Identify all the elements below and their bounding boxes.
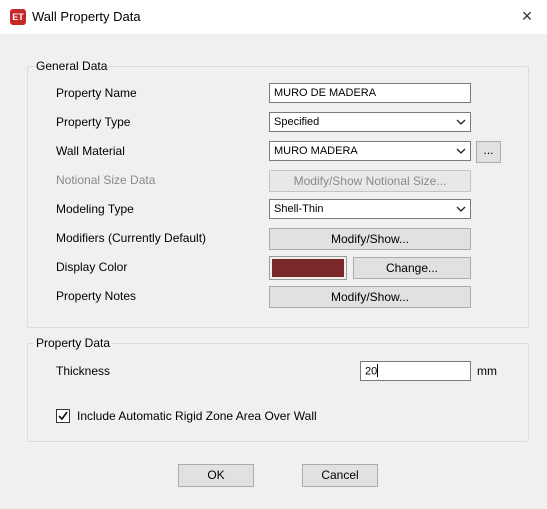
property-notes-label: Property Notes <box>56 289 137 303</box>
rigid-zone-checkbox[interactable] <box>56 409 70 423</box>
modeling-type-select[interactable]: Shell-Thin <box>269 199 471 219</box>
display-color-fill <box>272 259 344 277</box>
thickness-unit: mm <box>477 364 497 378</box>
thickness-label: Thickness <box>56 364 111 378</box>
rigid-zone-label[interactable]: Include Automatic Rigid Zone Area Over W… <box>77 409 317 423</box>
property-type-select[interactable]: Specified <box>269 112 471 132</box>
ok-button[interactable]: OK <box>178 464 254 487</box>
display-color-swatch[interactable] <box>269 256 347 280</box>
property-notes-button[interactable]: Modify/Show... <box>269 286 471 308</box>
property-data-legend: Property Data <box>36 336 111 350</box>
wall-material-label: Wall Material <box>56 144 125 158</box>
notional-size-label: Notional Size Data <box>56 173 156 187</box>
wall-property-dialog: ET Wall Property Data × General Data Pro… <box>0 0 547 509</box>
checkmark-icon <box>58 411 68 421</box>
wall-material-value: MURO MADERA <box>274 145 358 157</box>
property-type-value: Specified <box>274 116 320 128</box>
display-color-label: Display Color <box>56 260 128 274</box>
property-type-label: Property Type <box>56 115 131 129</box>
window-title: Wall Property Data <box>32 9 141 24</box>
wall-material-select[interactable]: MURO MADERA <box>269 141 471 161</box>
modeling-type-label: Modeling Type <box>56 202 134 216</box>
general-data-legend: General Data <box>36 59 108 73</box>
modifiers-label: Modifiers (Currently Default) <box>56 231 207 245</box>
thickness-value: 20 <box>365 365 378 378</box>
notional-size-button[interactable]: Modify/Show Notional Size... <box>269 170 471 192</box>
modeling-type-value: Shell-Thin <box>274 203 324 215</box>
change-color-button[interactable]: Change... <box>353 257 471 279</box>
close-button[interactable]: × <box>517 6 537 26</box>
title-bar: ET Wall Property Data × <box>0 0 547 34</box>
chevron-down-icon <box>456 206 466 212</box>
thickness-input[interactable]: 20 <box>360 361 471 381</box>
chevron-down-icon <box>456 119 466 125</box>
etabs-app-icon: ET <box>10 9 26 25</box>
wall-material-more-button[interactable]: ... <box>476 141 501 163</box>
property-data-group: Property Data <box>27 336 529 442</box>
text-caret <box>377 364 379 377</box>
cancel-button[interactable]: Cancel <box>302 464 378 487</box>
property-name-input[interactable]: MURO DE MADERA <box>269 83 471 103</box>
modifiers-button[interactable]: Modify/Show... <box>269 228 471 250</box>
property-name-label: Property Name <box>56 86 137 100</box>
chevron-down-icon <box>456 148 466 154</box>
